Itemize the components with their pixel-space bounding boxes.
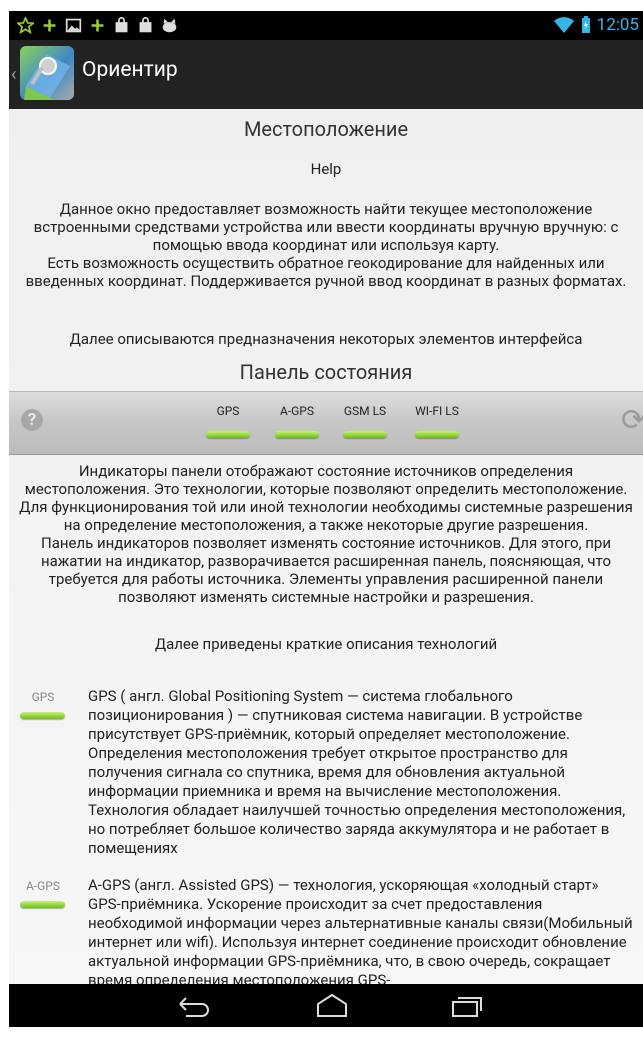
tech-indicator-gps <box>20 712 65 719</box>
map-pin-icon <box>24 54 70 100</box>
notification-icons <box>17 15 178 35</box>
app-title: Ориентир <box>82 58 178 82</box>
tech-description-gps: GPS ( англ. Global Positioning System — … <box>88 687 626 857</box>
help-content[interactable]: Местоположение Help Данное окно предоста… <box>9 109 643 984</box>
clock: 12:05 <box>596 15 639 35</box>
indicator-label: GPS <box>216 404 240 418</box>
refresh-icon[interactable]: ⟳ <box>621 406 643 436</box>
indicator-wifi-ls[interactable]: WI-FI LS <box>412 404 462 438</box>
panel-description: Индикаторы панели отображают состояние и… <box>19 462 633 606</box>
tech-description-agps: A-GPS (англ. Assisted GPS) — технология,… <box>88 876 633 984</box>
indicator-bar <box>415 431 459 438</box>
shopping-bag-icon <box>139 16 152 32</box>
panel-heading: Панель состояния <box>239 360 413 384</box>
elements-description: Далее описываются предназначения некотор… <box>69 330 583 348</box>
indicator-label: A-GPS <box>279 404 314 418</box>
action-bar: ‹ Ориентир <box>9 40 643 109</box>
plus-icon <box>43 19 56 31</box>
image-icon <box>65 18 82 32</box>
tech-indicator-agps <box>20 901 65 908</box>
cat-icon <box>162 18 177 32</box>
shopping-bag-icon <box>115 16 128 32</box>
plus-icon <box>91 19 104 31</box>
indicator-agps[interactable]: A-GPS <box>272 404 322 438</box>
indicator-label: GSM LS <box>343 404 387 418</box>
help-icon[interactable]: ? <box>21 409 43 431</box>
page-heading: Местоположение <box>243 117 409 141</box>
indicator-gps[interactable]: GPS <box>203 404 253 438</box>
technologies-intro: Далее приведены краткие описания техноло… <box>154 635 498 653</box>
device-screen: 12:05 ‹ Ориентир Местоположение Help Дан… <box>9 11 643 1027</box>
indicator-bar <box>275 431 319 438</box>
star-icon <box>17 16 34 34</box>
indicator-gsm-ls[interactable]: GSM LS <box>340 404 390 438</box>
tech-label-agps: A-GPS <box>25 879 60 893</box>
wifi-icon <box>553 17 574 33</box>
system-icons: 12:05 <box>553 15 639 35</box>
home-icon[interactable] <box>314 992 350 1020</box>
navigation-bar <box>9 984 643 1027</box>
help-title: Help <box>310 160 342 178</box>
status-panel: ? GPS A-GPS GSM LS WI-FI LS ⟳ <box>9 391 643 455</box>
app-logo[interactable] <box>20 46 74 100</box>
tech-label-gps: GPS <box>31 690 55 704</box>
intro-text: Данное окно предоставляет возможность на… <box>25 200 627 290</box>
indicator-bar <box>343 431 387 438</box>
battery-icon <box>581 16 590 33</box>
recent-apps-icon[interactable] <box>449 992 485 1020</box>
indicator-label: WI-FI LS <box>415 404 459 418</box>
back-icon[interactable] <box>176 992 212 1020</box>
status-bar: 12:05 <box>9 11 643 40</box>
up-caret-icon[interactable]: ‹ <box>11 64 16 85</box>
indicator-bar <box>206 431 250 438</box>
